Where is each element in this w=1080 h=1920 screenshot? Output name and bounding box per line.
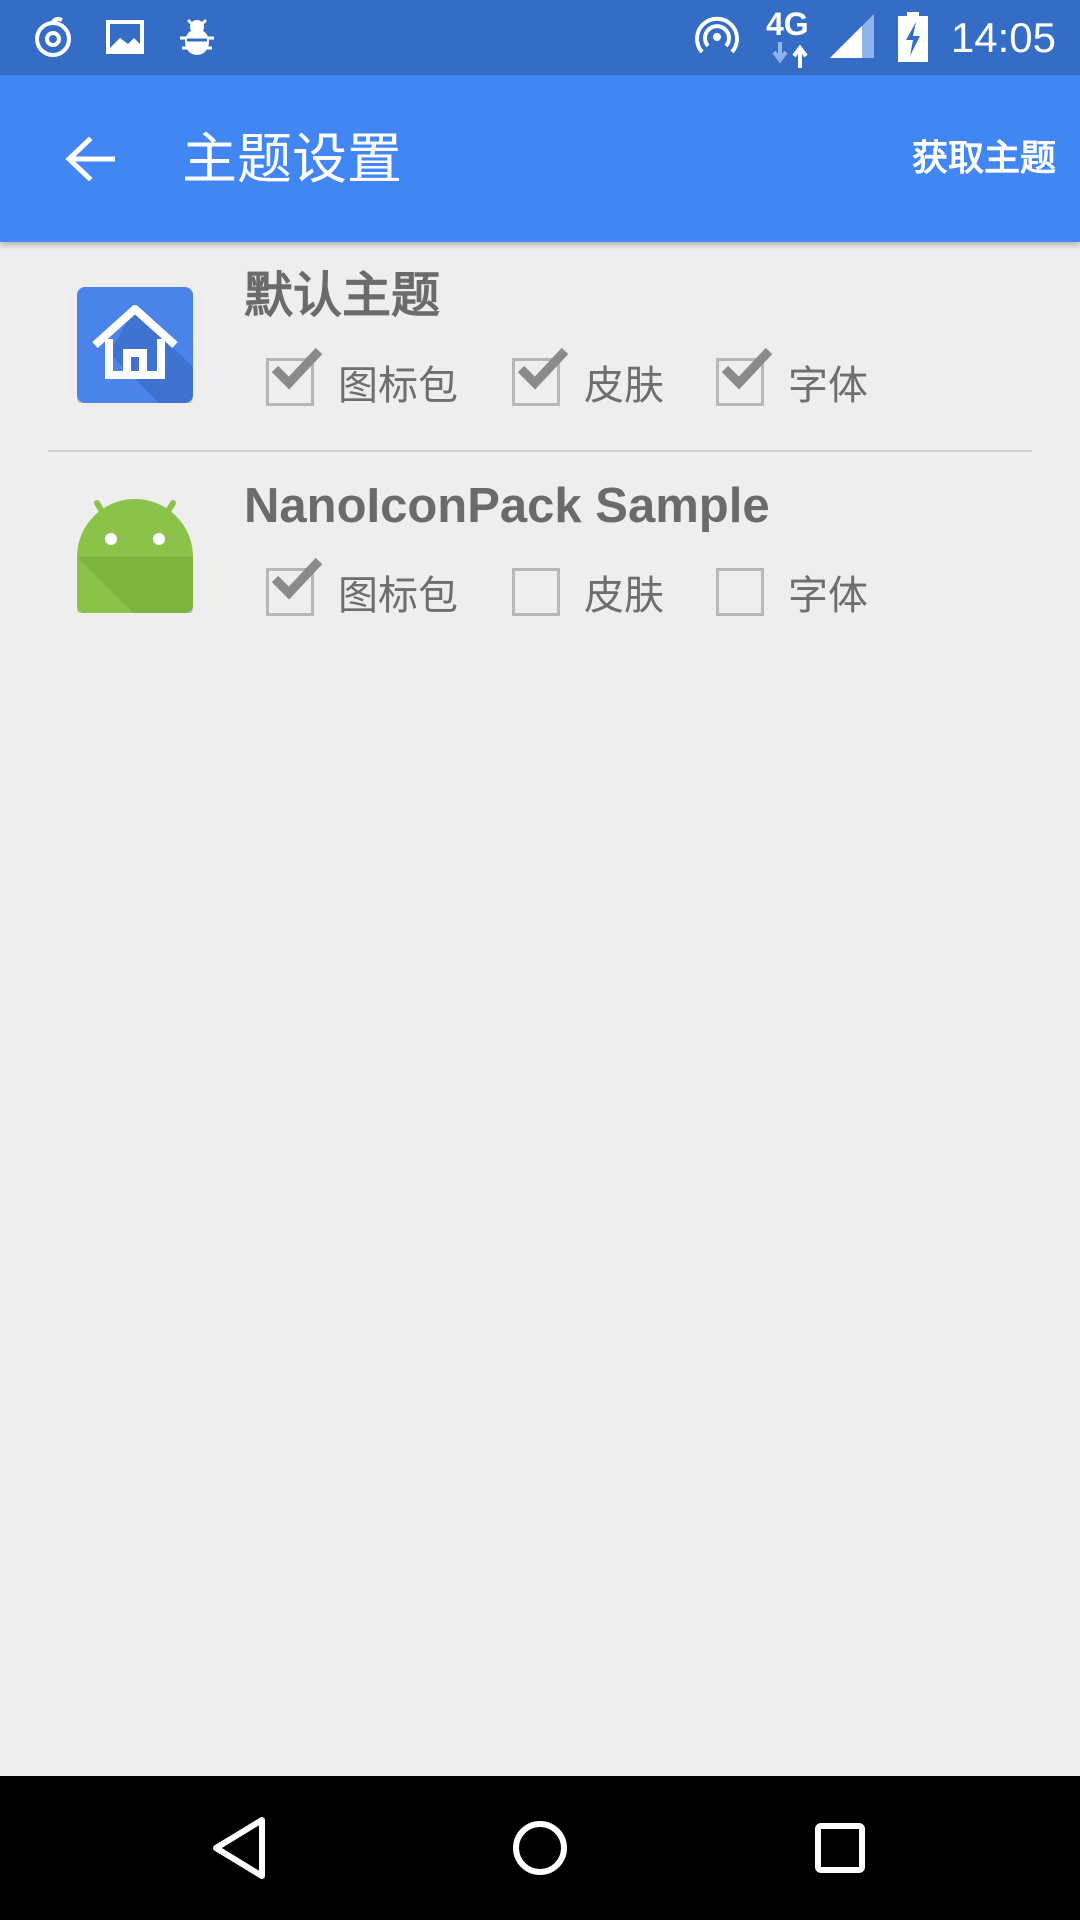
data-arrows-icon xyxy=(772,42,808,68)
cell-signal-icon xyxy=(830,14,874,58)
check-mark-icon xyxy=(271,557,323,600)
arrow-left-icon xyxy=(65,137,115,181)
font-checkbox[interactable] xyxy=(716,568,764,616)
android-robot-icon xyxy=(77,499,193,613)
option-font[interactable]: 字体 xyxy=(716,347,868,410)
page-title: 主题设置 xyxy=(182,127,403,191)
network-type: 4G xyxy=(766,6,816,70)
hotspot-icon xyxy=(695,16,739,54)
navigation-bar xyxy=(0,1776,1080,1920)
music-notification-icon xyxy=(35,17,71,57)
check-mark-icon xyxy=(517,347,569,390)
battery-charging-icon xyxy=(898,12,928,62)
theme-item-default[interactable]: 默认主题 图标包 皮肤 字体 xyxy=(0,242,1080,450)
status-bar: 4G 14:05 xyxy=(0,0,1080,75)
option-label: 图标包 xyxy=(338,573,458,619)
clock: 14:05 xyxy=(950,14,1056,61)
option-icon-pack[interactable]: 图标包 xyxy=(266,347,458,410)
option-icon-pack[interactable]: 图标包 xyxy=(266,557,458,620)
skin-checkbox[interactable] xyxy=(512,568,560,616)
option-skin[interactable]: 皮肤 xyxy=(512,564,664,620)
option-label: 字体 xyxy=(788,363,868,409)
theme-item-nanoiconpack[interactable]: NanoIconPack Sample 图标包 皮肤 字体 xyxy=(0,452,1080,660)
option-font[interactable]: 字体 xyxy=(716,564,868,620)
option-label: 皮肤 xyxy=(584,573,664,619)
home-launcher-icon xyxy=(77,287,193,403)
theme-name: 默认主题 xyxy=(244,269,441,323)
icon-pack-checkbox[interactable] xyxy=(266,347,323,406)
theme-name: NanoIconPack Sample xyxy=(244,479,770,533)
get-themes-button[interactable]: 获取主题 xyxy=(912,117,1056,201)
font-checkbox[interactable] xyxy=(716,347,773,406)
theme-list: 默认主题 图标包 皮肤 字体 NanoIconPack Sample 图标包 皮… xyxy=(0,242,1080,660)
back-triangle-icon[interactable] xyxy=(204,1812,276,1884)
skin-checkbox[interactable] xyxy=(512,347,569,406)
option-skin[interactable]: 皮肤 xyxy=(512,347,664,410)
option-label: 字体 xyxy=(788,573,868,619)
option-label: 图标包 xyxy=(338,363,458,409)
check-mark-icon xyxy=(721,347,773,390)
check-mark-icon xyxy=(271,347,323,390)
icon-pack-checkbox[interactable] xyxy=(266,557,323,616)
recents-square-icon[interactable] xyxy=(804,1812,876,1884)
back-button[interactable] xyxy=(48,117,132,201)
option-label: 皮肤 xyxy=(584,363,664,409)
image-notification-icon xyxy=(106,20,144,54)
app-bar: 主题设置 获取主题 xyxy=(0,75,1080,242)
home-circle-icon[interactable] xyxy=(504,1812,576,1884)
bug-notification-icon xyxy=(180,18,214,55)
